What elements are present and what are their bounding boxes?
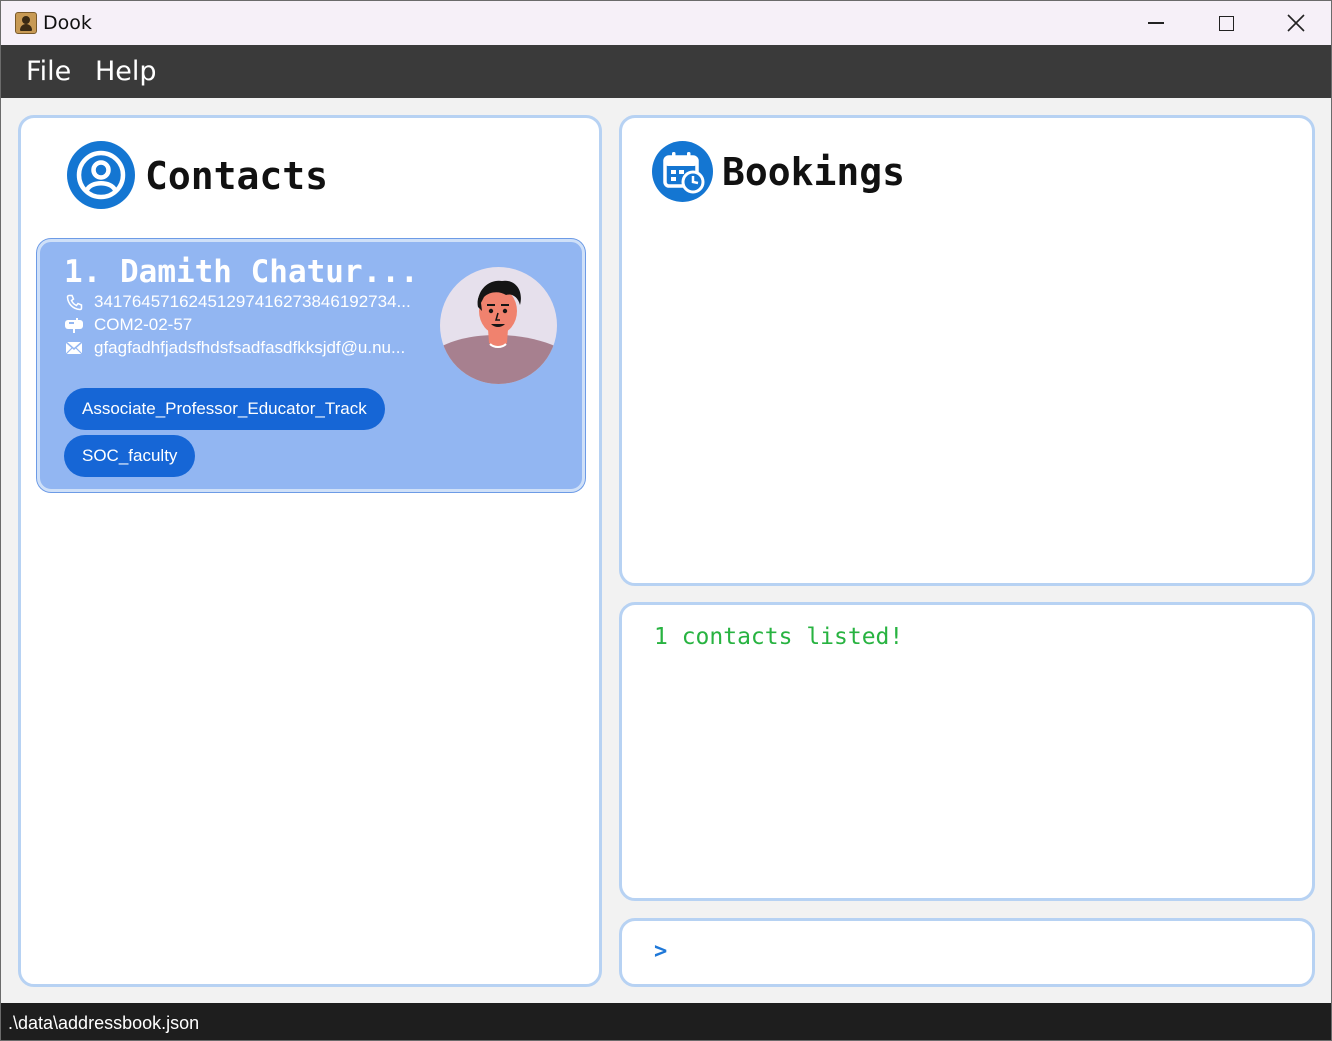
tag-chip[interactable]: Associate_Professor_Educator_Track <box>64 388 385 430</box>
contacts-title: Contacts <box>145 154 329 198</box>
contact-phone-row: 34176457162451297416273846192734... <box>64 292 411 312</box>
result-display: 1 contacts listed! <box>619 602 1315 901</box>
contact-address-row: COM2-02-57 <box>64 315 192 335</box>
mailbox-icon <box>64 316 84 334</box>
contacts-panel: Contacts 1. Damith Chatur... 34176457162… <box>18 115 602 987</box>
window-title: Dook <box>43 12 92 34</box>
menu-help[interactable]: Help <box>95 56 157 87</box>
command-box[interactable]: > <box>619 918 1315 987</box>
save-location: .\data\addressbook.json <box>8 1013 200 1033</box>
command-prompt-icon: > <box>654 939 668 964</box>
phone-icon <box>64 293 84 311</box>
result-message: 1 contacts listed! <box>654 624 904 650</box>
contact-email-row: gfagfadhfjadsfhdsfsadfasdfkksjdf@u.nu... <box>64 338 405 358</box>
contact-phone: 34176457162451297416273846192734... <box>94 292 411 311</box>
bookings-panel: Bookings <box>619 115 1315 586</box>
calendar-clock-icon <box>652 141 713 202</box>
menu-file[interactable]: File <box>26 56 71 87</box>
contact-card[interactable]: 1. Damith Chatur... 34176457162451297416… <box>37 239 585 492</box>
bookings-title: Bookings <box>722 150 906 194</box>
title-bar: Dook <box>1 1 1331 45</box>
tag-chip[interactable]: SOC_faculty <box>64 435 196 477</box>
person-circle-icon <box>67 141 135 209</box>
close-button[interactable] <box>1261 1 1331 45</box>
minimize-button[interactable] <box>1121 1 1191 45</box>
close-icon <box>1287 14 1305 32</box>
menu-bar: File Help <box>1 45 1331 98</box>
contact-address: COM2-02-57 <box>94 315 193 334</box>
maximize-button[interactable] <box>1191 1 1261 45</box>
contact-name: 1. Damith Chatur... <box>64 254 419 290</box>
command-input[interactable] <box>680 933 1300 973</box>
minimize-icon <box>1148 22 1164 24</box>
maximize-icon <box>1218 15 1234 31</box>
status-bar: .\data\addressbook.json <box>1 1003 1331 1040</box>
avatar <box>440 267 557 384</box>
app-logo-icon <box>15 12 37 34</box>
app-window: Dook File Help Contacts 1. Damith Chatur… <box>0 0 1332 1041</box>
envelope-icon <box>64 339 84 357</box>
contact-email: gfagfadhfjadsfhdsfsadfasdfkksjdf@u.nu... <box>94 338 406 357</box>
